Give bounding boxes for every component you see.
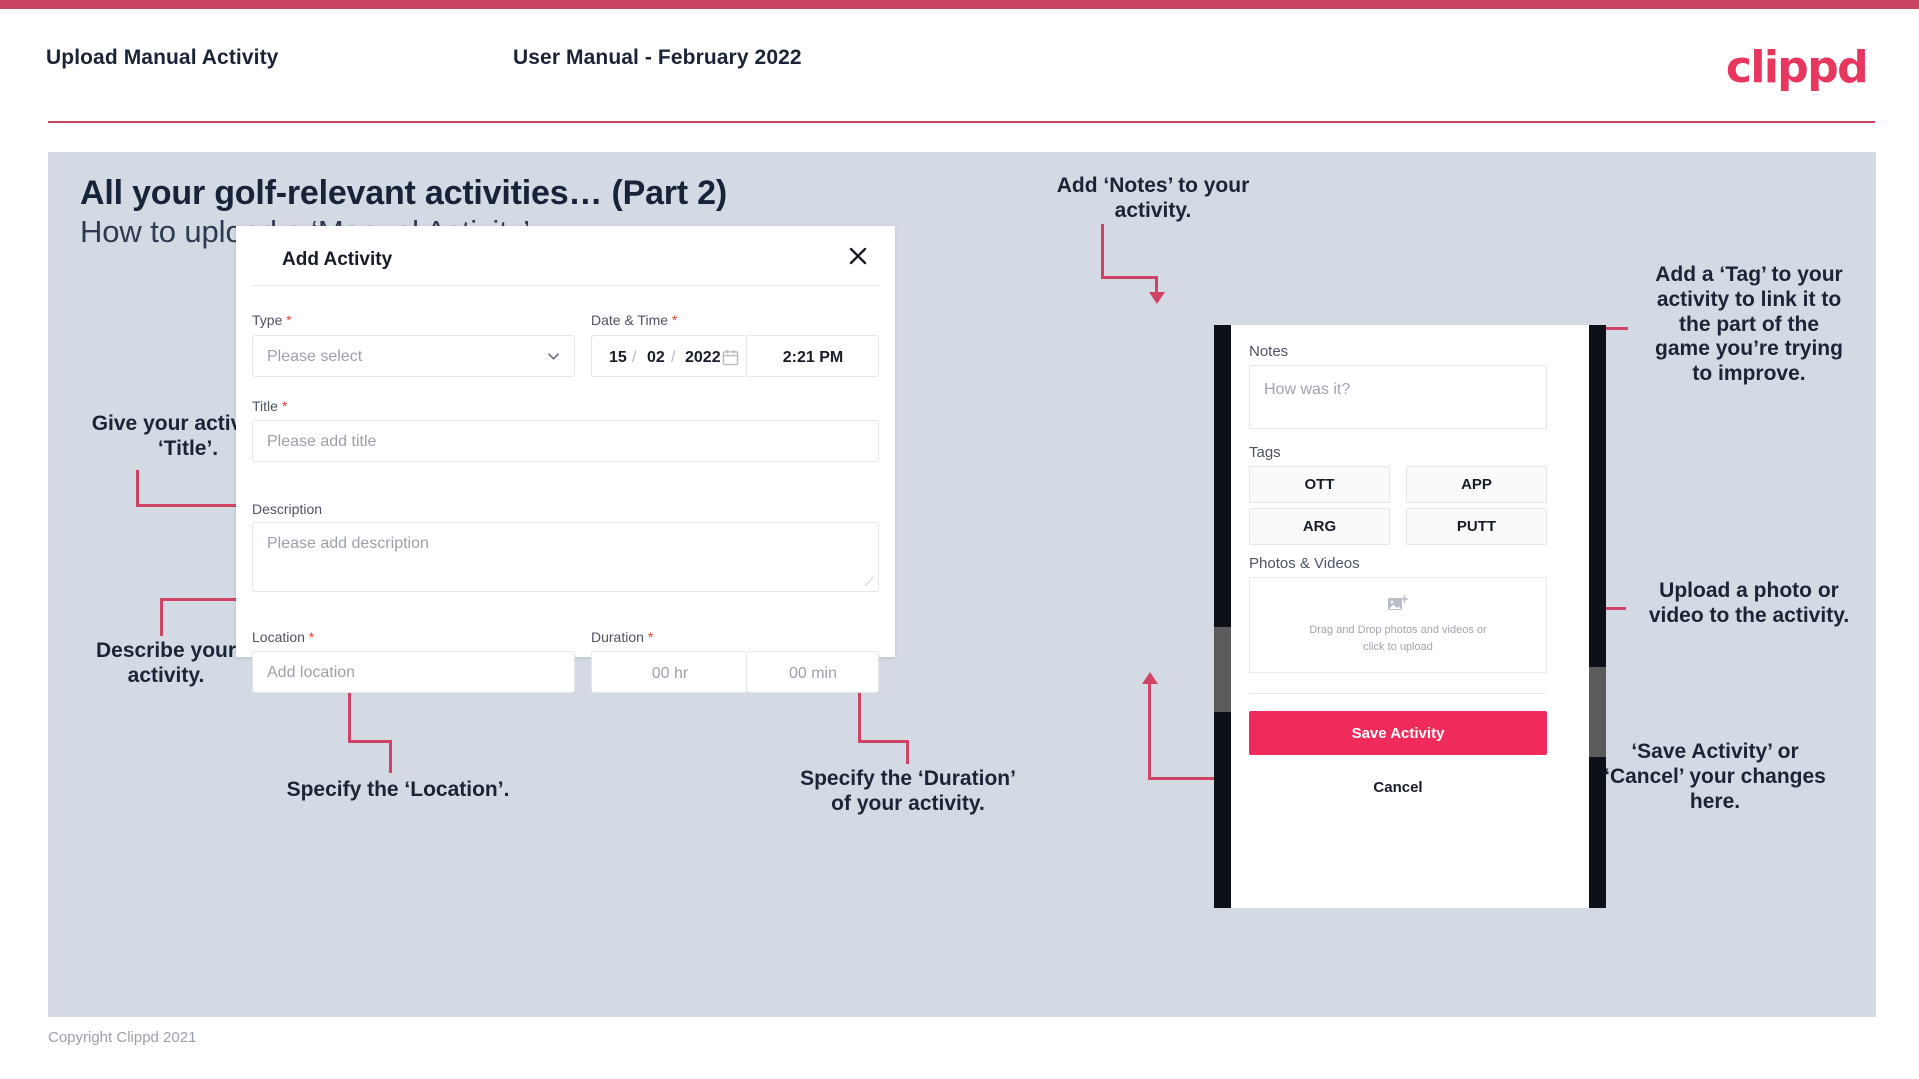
phone-side-button-right: [1589, 667, 1606, 757]
page-header: Upload Manual Activity User Manual - Feb…: [0, 9, 1919, 121]
chevron-down-icon: [548, 353, 559, 360]
title-input[interactable]: Please add title: [252, 420, 879, 462]
notes-label: Notes: [1249, 343, 1289, 360]
phone-right-rail: [1589, 325, 1606, 908]
copyright-text: Copyright Clippd 2021: [48, 1029, 197, 1046]
phone-divider: [1249, 693, 1547, 694]
leader-save-arrow: [1142, 672, 1158, 684]
annotation-duration: Specify the ‘Duration’ of your activity.: [800, 767, 1016, 815]
time-value: 2:21 PM: [782, 349, 844, 366]
tag-button-putt[interactable]: PUTT: [1406, 508, 1547, 545]
description-label-text: Description: [252, 501, 323, 517]
leader-save-v: [1148, 682, 1151, 779]
leader-loc-v1: [389, 740, 392, 773]
leader-notes-v1: [1101, 224, 1104, 279]
location-required-mark: *: [308, 629, 315, 645]
notes-placeholder: How was it?: [1264, 381, 1351, 398]
duration-hours-input[interactable]: 00 hr: [591, 651, 747, 693]
leader-title-h: [136, 504, 246, 507]
duration-minutes-placeholder: 00 min: [788, 665, 838, 682]
description-placeholder: Please add description: [267, 535, 429, 552]
header-left-title: Upload Manual Activity: [46, 46, 279, 69]
close-icon[interactable]: [843, 240, 873, 270]
datetime-required-mark: *: [671, 312, 678, 328]
location-placeholder: Add location: [267, 664, 356, 681]
duration-label-text: Duration: [591, 629, 644, 645]
date-year: 2022: [685, 349, 721, 366]
annotation-save-cancel: ‘Save Activity’ or ‘Cancel’ your changes…: [1604, 740, 1826, 813]
add-activity-dialog: Add Activity Type * Please select Date &…: [236, 226, 895, 693]
duration-hours-placeholder: 00 hr: [651, 665, 689, 682]
datetime-label: Date & Time *: [591, 312, 677, 328]
duration-minutes-input[interactable]: 00 min: [747, 651, 879, 693]
type-placeholder: Please select: [267, 348, 363, 365]
title-placeholder: Please add title: [267, 433, 377, 450]
type-select[interactable]: Please select: [252, 335, 575, 377]
duration-label: Duration *: [591, 629, 653, 645]
date-month: 02: [647, 349, 665, 366]
tag-button-app[interactable]: APP: [1406, 466, 1547, 503]
header-divider: [48, 121, 1875, 123]
title-required-mark: *: [281, 398, 288, 414]
resize-grip-icon[interactable]: ⟋: [865, 574, 874, 590]
leader-notes-h: [1101, 276, 1158, 279]
leader-dur-v1: [906, 740, 909, 764]
time-field[interactable]: 2:21 PM: [747, 335, 879, 377]
clippd-logo: clippd: [1725, 42, 1869, 93]
phone-mockup: Notes How was it? Tags OTT APP ARG PUTT …: [1214, 325, 1606, 908]
annotation-tags: Add a ‘Tag’ to your activity to link it …: [1655, 263, 1843, 386]
photo-upload-dropzone[interactable]: Drag and Drop photos and videos or click…: [1249, 577, 1547, 673]
tag-button-arg[interactable]: ARG: [1249, 508, 1390, 545]
date-sep-2: /: [671, 349, 676, 366]
description-label: Description: [252, 501, 322, 517]
leader-dur-h: [858, 740, 908, 743]
date-field[interactable]: 15 / 02 / 2022: [591, 335, 747, 377]
leader-desc-h: [160, 598, 245, 601]
type-label-text: Type: [252, 312, 283, 328]
save-activity-button[interactable]: Save Activity: [1249, 711, 1547, 755]
close-icon-svg: [849, 247, 867, 264]
annotation-notes: Add ‘Notes’ to your activity.: [1056, 174, 1250, 222]
dialog-title: Add Activity: [282, 249, 393, 270]
phone-screen: Notes How was it? Tags OTT APP ARG PUTT …: [1231, 325, 1589, 908]
calendar-icon[interactable]: [722, 349, 739, 366]
dropzone-text: Drag and Drop photos and videos or click…: [1309, 624, 1487, 653]
title-label: Title *: [252, 398, 287, 414]
location-label: Location *: [252, 629, 314, 645]
phone-left-rail: [1214, 325, 1231, 908]
datetime-label-text: Date & Time: [591, 312, 669, 328]
photos-label: Photos & Videos: [1249, 555, 1360, 572]
location-label-text: Location: [252, 629, 305, 645]
date-sep-1: /: [632, 349, 637, 366]
notes-textarea[interactable]: How was it?: [1249, 365, 1547, 429]
leader-desc-v: [160, 598, 163, 636]
type-label: Type *: [252, 312, 292, 328]
duration-required-mark: *: [647, 629, 654, 645]
header-center-title: User Manual - February 2022: [513, 46, 802, 69]
leader-loc-h: [348, 740, 392, 743]
tags-label: Tags: [1249, 444, 1281, 461]
top-accent-bar: [0, 0, 1919, 9]
description-textarea[interactable]: Please add description ⟋: [252, 522, 879, 592]
phone-side-button-left: [1214, 627, 1231, 712]
cancel-button[interactable]: Cancel: [1249, 779, 1547, 796]
date-day: 15: [609, 349, 627, 366]
tag-button-ott[interactable]: OTT: [1249, 466, 1390, 503]
leader-title-v: [136, 470, 139, 506]
title-label-text: Title: [252, 398, 278, 414]
type-required-mark: *: [286, 312, 292, 328]
page-title: All your golf-relevant activities… (Part…: [80, 174, 728, 212]
dialog-divider: [252, 285, 879, 286]
annotation-location: Specify the ‘Location’.: [286, 778, 510, 801]
add-image-icon: [1388, 595, 1409, 610]
location-input[interactable]: Add location: [252, 651, 575, 693]
annotation-upload: Upload a photo or video to the activity.: [1648, 579, 1850, 627]
leader-notes-arrow: [1149, 292, 1165, 304]
